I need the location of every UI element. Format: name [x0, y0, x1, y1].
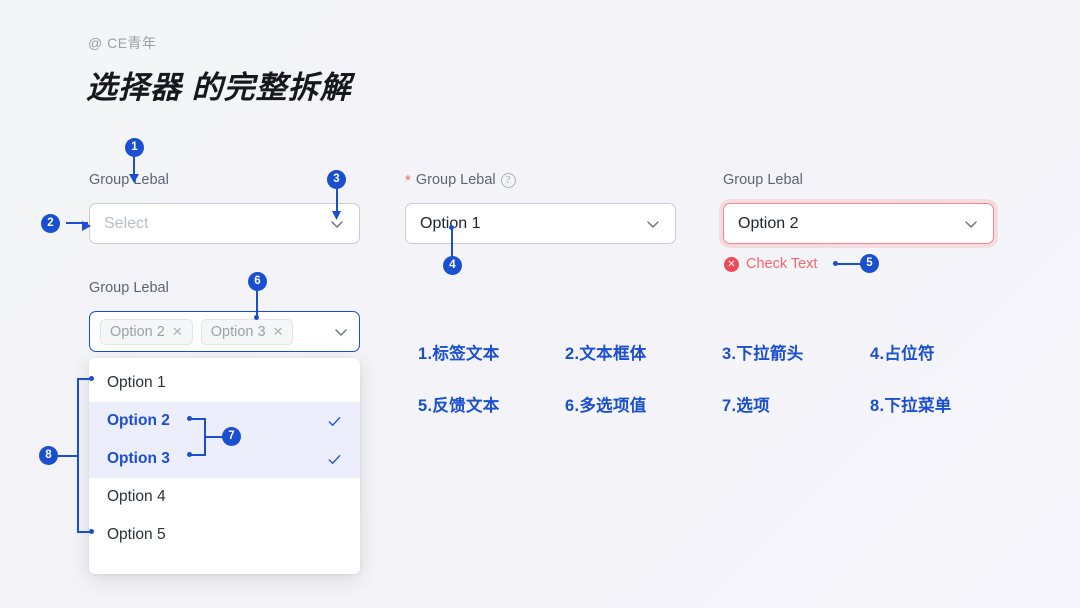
callout-7-bracket-top — [190, 418, 205, 420]
basic-select-placeholder: Select — [104, 214, 149, 232]
callout-2-arrow — [82, 218, 91, 236]
required-select-label: * Group Lebal ? — [405, 172, 516, 188]
error-select-label: Group Lebal — [723, 172, 803, 188]
author-handle: @ CE青年 — [88, 35, 157, 51]
error-message: ✕ Check Text — [724, 256, 817, 272]
dropdown-item-label: Option 1 — [107, 374, 166, 391]
callout-3-arrow — [332, 207, 341, 225]
multiselect-tag-list: Option 2 ✕ Option 3 ✕ — [100, 318, 333, 345]
legend-item-6: 6.多选项值 — [565, 397, 647, 415]
callout-badge-4: 4 — [443, 256, 462, 275]
callout-7-nub-top — [187, 416, 192, 421]
callout-badge-5: 5 — [860, 254, 879, 273]
legend-item-2: 2.文本框体 — [565, 345, 647, 363]
multiselect-label: Group Lebal — [89, 280, 169, 296]
dropdown-item-option-4[interactable]: Option 4 — [89, 478, 360, 516]
callout-badge-3: 3 — [327, 170, 346, 189]
multiselect-box[interactable]: Option 2 ✕ Option 3 ✕ — [89, 311, 360, 352]
error-message-text: Check Text — [746, 256, 818, 272]
help-circle-icon[interactable]: ? — [500, 172, 516, 188]
callout-8-nub-bottom — [89, 529, 94, 534]
legend-item-1: 1.标签文本 — [418, 345, 500, 363]
error-select-box[interactable]: Option 2 — [723, 203, 994, 244]
legend-item-8: 8.下拉菜单 — [870, 397, 952, 415]
multiselect-label-text: Group Lebal — [89, 280, 169, 296]
dropdown-item-option-3[interactable]: Option 3 — [89, 440, 360, 478]
required-select-box[interactable]: Option 1 — [405, 203, 676, 244]
callout-badge-8: 8 — [39, 446, 58, 465]
close-icon[interactable]: ✕ — [273, 325, 284, 338]
required-asterisk: * — [405, 171, 411, 189]
error-circle-icon: ✕ — [724, 256, 739, 272]
callout-8-line — [58, 455, 78, 457]
callout-8-nub-top — [89, 376, 94, 381]
dropdown-item-label: Option 5 — [107, 526, 166, 543]
dropdown-item-label: Option 2 — [107, 412, 170, 429]
callout-6-line — [256, 290, 258, 318]
dropdown-item-option-1[interactable]: Option 1 — [89, 364, 360, 402]
callout-4-nub — [449, 225, 454, 230]
callout-6-nub — [254, 315, 259, 320]
dropdown-item-label: Option 3 — [107, 450, 170, 467]
check-icon — [327, 414, 342, 429]
multiselect-tag-label: Option 2 — [110, 323, 165, 340]
callout-1-arrow — [129, 170, 139, 188]
legend-item-7: 7.选项 — [722, 397, 770, 415]
chevron-down-icon[interactable] — [333, 324, 349, 340]
dropdown-bottom-pad — [89, 554, 360, 574]
required-select-value: Option 1 — [420, 214, 481, 232]
basic-select-box[interactable]: Select — [89, 203, 360, 244]
callout-badge-1: 1 — [125, 138, 144, 157]
dropdown-menu[interactable]: Option 1 Option 2 Option 3 Option 4 Opti… — [89, 358, 360, 574]
dropdown-item-label: Option 4 — [107, 488, 166, 505]
callout-5-nub — [833, 261, 838, 266]
chevron-down-icon[interactable] — [963, 216, 979, 232]
callout-badge-2: 2 — [41, 214, 60, 233]
poster-canvas: @ CE青年 选择器 的完整拆解 Group Lebal Select * Gr… — [0, 0, 1080, 608]
callout-4-line — [451, 228, 453, 256]
page-title: 选择器 的完整拆解 — [86, 70, 352, 105]
multiselect-tag[interactable]: Option 3 ✕ — [200, 318, 294, 345]
legend-item-3: 3.下拉箭头 — [722, 345, 804, 363]
chevron-down-icon[interactable] — [645, 216, 661, 232]
required-select-label-text: Group Lebal — [415, 172, 496, 188]
callout-7-nub-bottom — [187, 452, 192, 457]
multiselect-tag[interactable]: Option 2 ✕ — [100, 318, 193, 345]
callout-badge-6: 6 — [248, 272, 267, 291]
error-select-value: Option 2 — [738, 214, 799, 232]
dropdown-item-option-5[interactable]: Option 5 — [89, 516, 360, 554]
check-icon — [327, 452, 342, 467]
legend-item-5: 5.反馈文本 — [418, 397, 500, 415]
callout-badge-7: 7 — [222, 427, 241, 446]
legend-item-4: 4.占位符 — [870, 345, 935, 363]
error-select-label-text: Group Lebal — [723, 172, 803, 188]
multiselect-tag-label: Option 3 — [210, 323, 266, 340]
callout-7-line — [204, 436, 224, 438]
callout-7-bracket-bottom — [190, 454, 205, 456]
close-icon[interactable]: ✕ — [172, 325, 183, 338]
